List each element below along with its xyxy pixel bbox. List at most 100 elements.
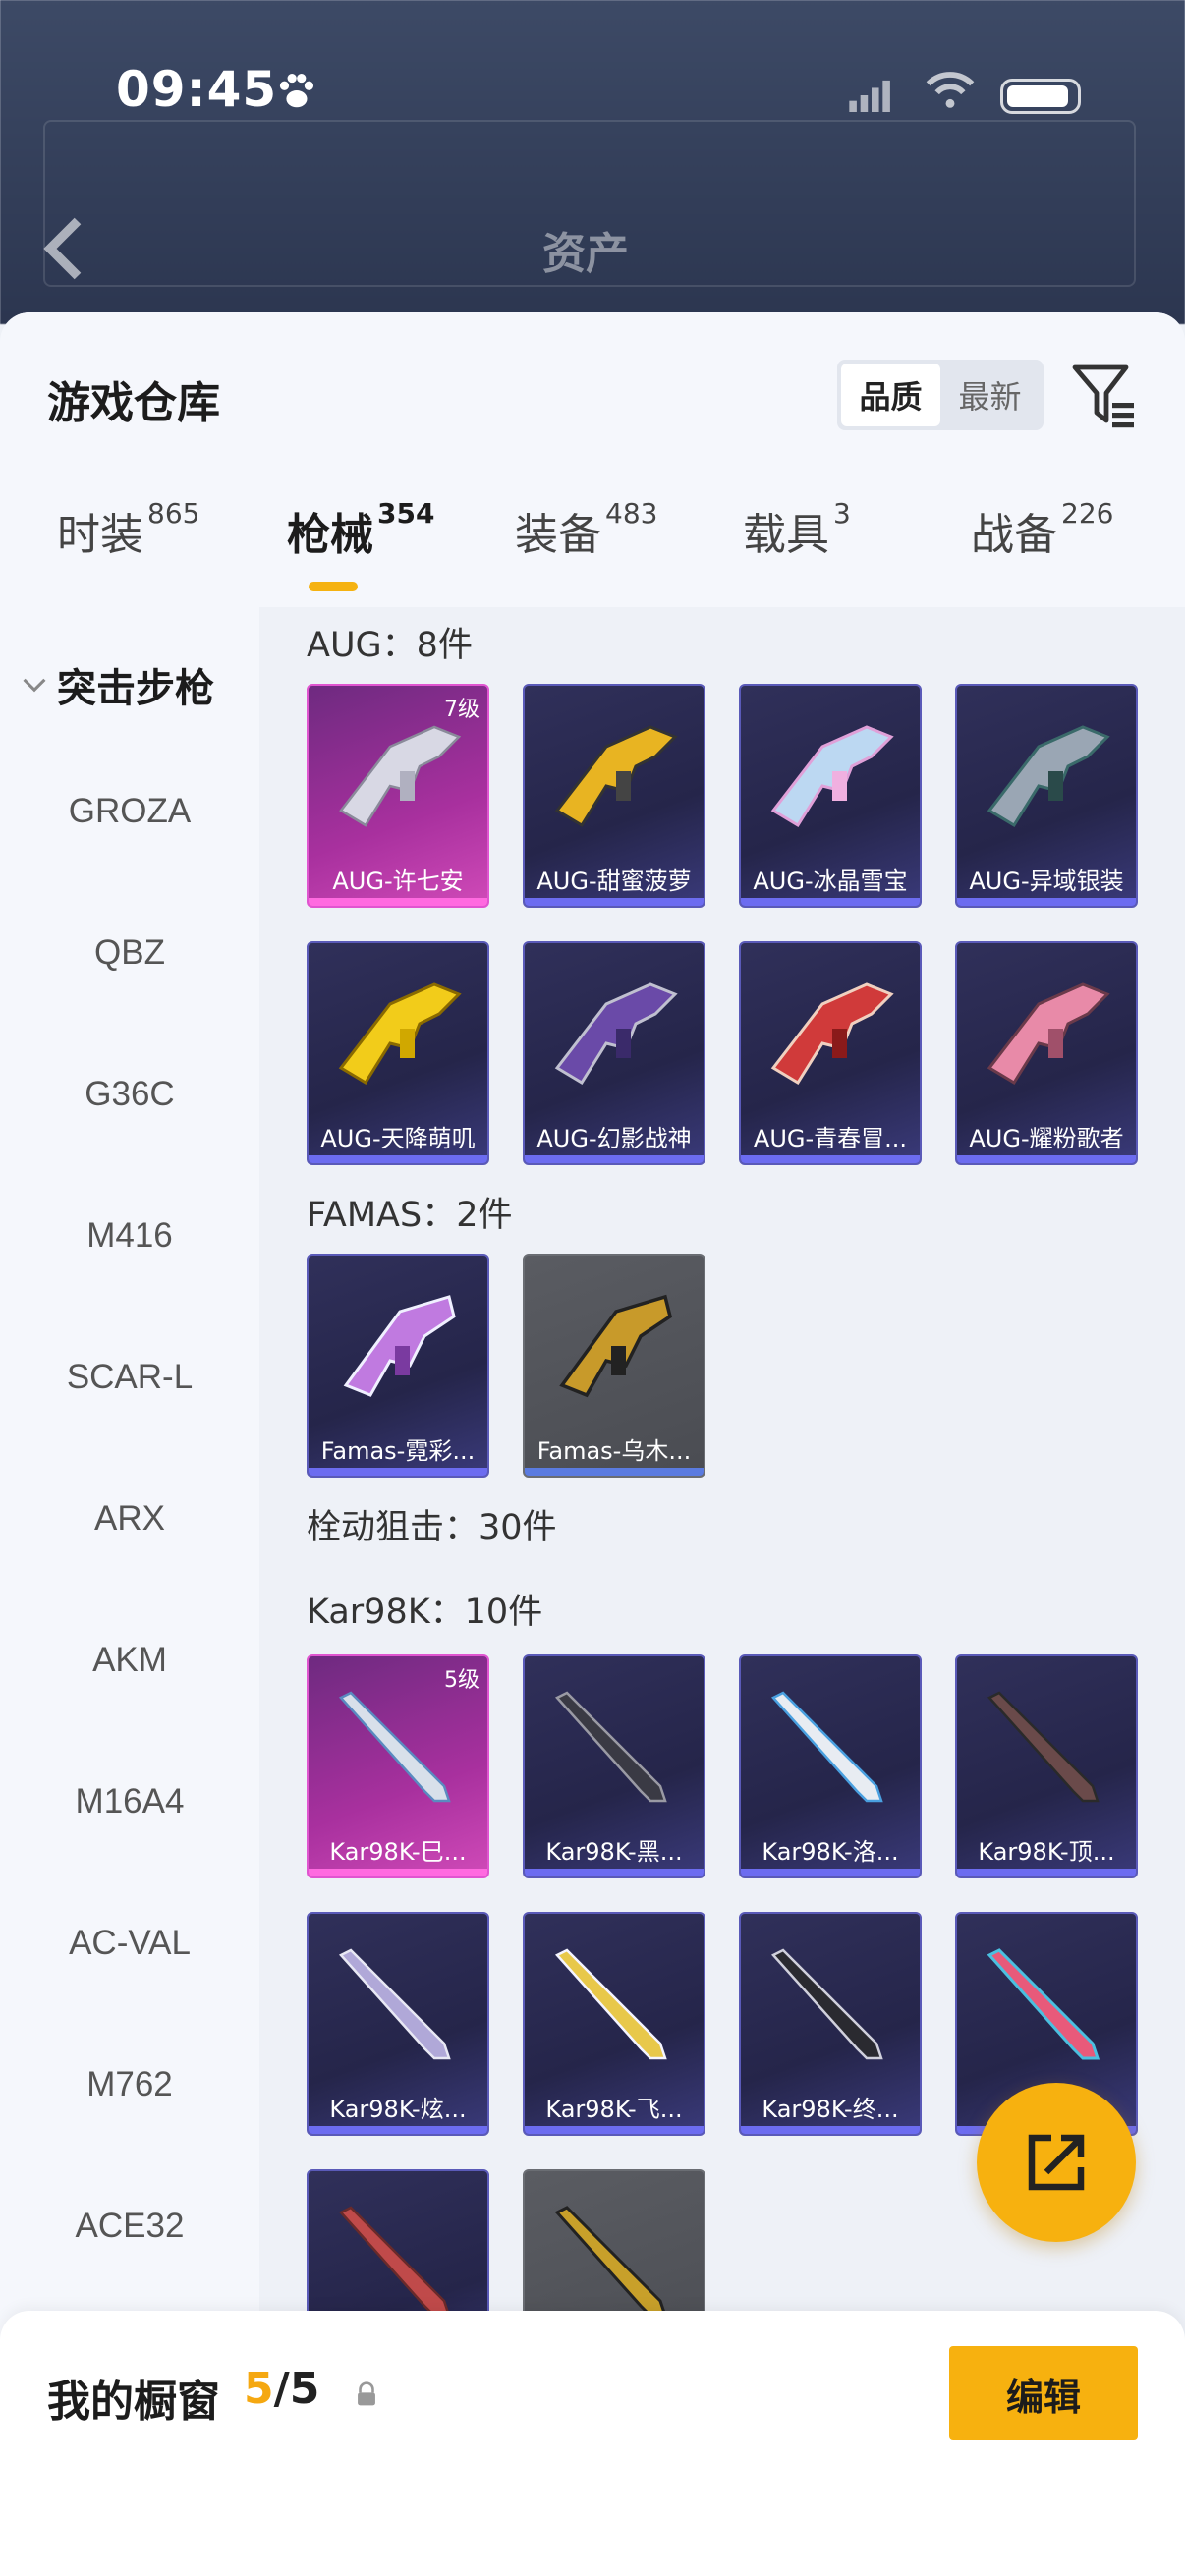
showcase-count: 5/5 (244, 2364, 319, 2414)
sort-by-newest[interactable]: 最新 (940, 364, 1040, 426)
sidebar-item-scar-l[interactable]: SCAR-L (0, 1358, 259, 1397)
rifle-icon (338, 982, 462, 1086)
rarity-bar (525, 2126, 704, 2134)
sidebar-item-akm[interactable]: AKM (0, 1641, 259, 1680)
sidebar-item-ace32[interactable]: ACE32 (0, 2207, 259, 2246)
rarity-bar (525, 1468, 704, 1476)
rifle-icon (554, 725, 678, 828)
sidebar-item-groza[interactable]: GROZA (0, 792, 259, 831)
skin-card[interactable]: Kar98K-飞... (523, 1912, 705, 2136)
rifle-icon (987, 982, 1110, 1086)
skin-card[interactable]: 5级 Kar98K-巳... (307, 1654, 489, 1878)
skin-card[interactable]: Famas-乌木... (523, 1254, 705, 1478)
skin-name: AUG-耀粉歌者 (969, 1125, 1124, 1152)
skin-name: AUG-许七安 (332, 868, 464, 895)
skin-card[interactable]: Famas-霓彩... (307, 1254, 489, 1478)
rifle-icon (770, 725, 894, 828)
rarity-bar (957, 1869, 1136, 1876)
skin-level: 7级 (444, 698, 480, 722)
rarity-bar (741, 2126, 920, 2134)
weapon-sidebar: 突击步枪 GROZA QBZ G36C M416 SCAR-L ARX AKM … (0, 607, 259, 2576)
skin-name: AUG-天降萌叽 (320, 1125, 476, 1152)
active-tab-indicator (309, 582, 358, 591)
skin-card[interactable]: AUG-天降萌叽 (307, 941, 489, 1165)
skin-name: Kar98K-洛... (762, 1838, 899, 1866)
rarity-bar (525, 1155, 704, 1163)
skin-name: AUG-幻影战神 (536, 1125, 692, 1152)
skin-name: Famas-乌木... (536, 1437, 692, 1465)
tab-firearms[interactable]: 枪械 354 (287, 497, 434, 562)
sniper-rifle-icon (554, 1948, 667, 2060)
sidebar-category-assault-rifle[interactable]: 突击步枪 (22, 656, 214, 713)
skin-card[interactable]: Kar98K-终... (739, 1912, 922, 2136)
tab-label: 枪械 (287, 510, 373, 560)
weapon-grid: AUG：8件 7级 AUG-许七安 AUG-甜蜜菠萝 AUG-冰晶雪宝 AUG-… (259, 607, 1185, 2576)
sort-toggle: 品质 最新 (837, 360, 1044, 430)
skin-name: AUG-甜蜜菠萝 (536, 868, 692, 895)
sidebar-item-arx[interactable]: ARX (0, 1499, 259, 1539)
skin-card[interactable]: 7级 AUG-许七安 (307, 684, 489, 908)
tab-label: 战备 (971, 510, 1057, 560)
rarity-bar (525, 898, 704, 906)
sidebar-item-qbz[interactable]: QBZ (0, 933, 259, 973)
tab-label: 时装 (57, 510, 143, 560)
rarity-bar (741, 898, 920, 906)
share-button[interactable] (977, 2083, 1136, 2242)
edit-button[interactable]: 编辑 (949, 2346, 1138, 2440)
sniper-rifle-icon (338, 1691, 451, 1803)
showcase-count-current: 5 (244, 2364, 274, 2414)
skin-name: Famas-霓彩... (320, 1437, 476, 1465)
sniper-rifle-icon (554, 2206, 668, 2318)
showcase-bar: 我的橱窗 5/5 编辑 (0, 2311, 1185, 2576)
rarity-bar (309, 1468, 487, 1476)
showcase-count-total: /5 (273, 2364, 320, 2414)
sidebar-item-m16a4[interactable]: M16A4 (0, 1782, 259, 1821)
skin-card[interactable]: AUG-甜蜜菠萝 (523, 684, 705, 908)
tab-battle-gear[interactable]: 战备 226 (971, 497, 1114, 562)
skin-name: Kar98K-黑... (545, 1838, 683, 1866)
sort-by-quality[interactable]: 品质 (841, 364, 940, 426)
skin-card[interactable]: AUG-青春冒... (739, 941, 922, 1165)
sidebar-item-ac-val[interactable]: AC-VAL (0, 1924, 259, 1963)
skin-name: Kar98K-顶... (978, 1838, 1115, 1866)
group-label-famas: FAMAS：2件 (307, 1196, 513, 1235)
sniper-rifle-icon (987, 1691, 1100, 1803)
tab-label: 载具 (743, 510, 829, 560)
skin-card[interactable]: AUG-幻影战神 (523, 941, 705, 1165)
sidebar-item-g36c[interactable]: G36C (0, 1075, 259, 1114)
group-label-aug: AUG：8件 (307, 626, 473, 665)
group-label-kar98k: Kar98K：10件 (307, 1593, 543, 1632)
battery-icon (1000, 79, 1081, 114)
tab-count: 3 (833, 497, 851, 530)
sniper-rifle-icon (770, 1948, 883, 2060)
group-label-bolt-action: 栓动狙击：30件 (307, 1508, 557, 1547)
cellular-signal-icon (849, 80, 890, 112)
skin-card[interactable]: Kar98K-黑... (523, 1654, 705, 1878)
tab-count: 865 (147, 497, 200, 530)
skin-card[interactable]: AUG-耀粉歌者 (955, 941, 1138, 1165)
paw-icon (279, 73, 314, 108)
sidebar-item-m416[interactable]: M416 (0, 1216, 259, 1256)
rifle-icon (339, 725, 462, 827)
filter-icon[interactable] (1071, 362, 1138, 430)
skin-card[interactable]: Kar98K-炫... (307, 1912, 489, 2136)
skin-name: AUG-冰晶雪宝 (753, 868, 908, 895)
tab-equipment[interactable]: 装备 483 (515, 497, 658, 562)
skin-card[interactable]: Kar98K-洛... (739, 1654, 922, 1878)
skin-name: Kar98K-巳... (329, 1838, 467, 1866)
back-arrow-icon[interactable] (39, 214, 88, 283)
skin-card[interactable]: Kar98K-顶... (955, 1654, 1138, 1878)
skin-card[interactable]: AUG-冰晶雪宝 (739, 684, 922, 908)
skin-name: AUG-青春冒... (753, 1125, 908, 1152)
tab-count: 483 (605, 497, 658, 530)
skin-card[interactable]: AUG-异域银装 (955, 684, 1138, 908)
tab-label: 装备 (515, 510, 601, 560)
sidebar-item-m762[interactable]: M762 (0, 2065, 259, 2104)
sheet-header: 游戏仓库 品质 最新 时装 865 枪械 354 装备 483 载具 3 战备 … (0, 312, 1185, 607)
rarity-bar (741, 1155, 920, 1163)
sniper-rifle-icon (770, 1691, 883, 1803)
tab-fashion[interactable]: 时装 865 (57, 497, 200, 562)
tab-vehicles[interactable]: 载具 3 (743, 497, 851, 562)
tab-count: 226 (1061, 497, 1114, 530)
category-tabs: 时装 865 枪械 354 装备 483 载具 3 战备 226 (0, 497, 1185, 597)
